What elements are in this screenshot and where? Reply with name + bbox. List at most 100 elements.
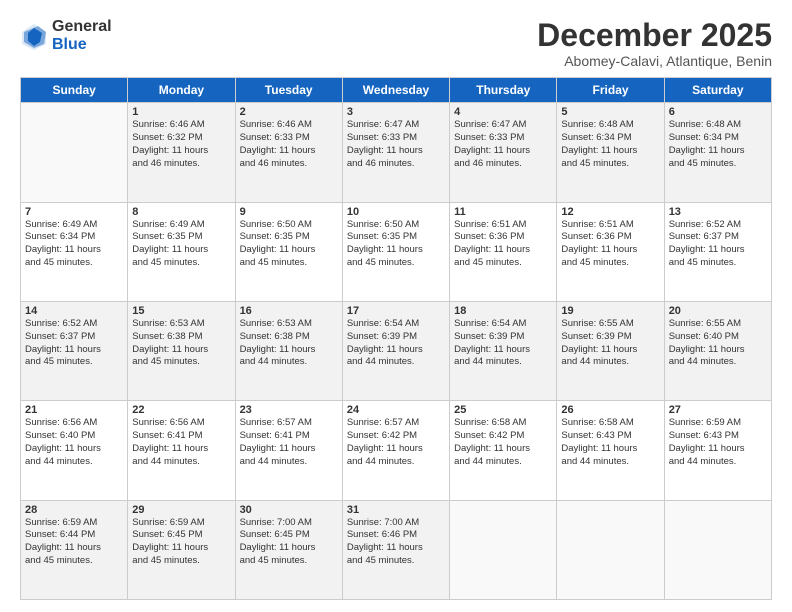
calendar-cell: 27Sunrise: 6:59 AMSunset: 6:43 PMDayligh…	[664, 401, 771, 500]
date-number: 9	[240, 206, 338, 218]
calendar-cell: 21Sunrise: 6:56 AMSunset: 6:40 PMDayligh…	[21, 401, 128, 500]
cell-info: Sunrise: 6:49 AMSunset: 6:35 PMDaylight:…	[132, 219, 230, 270]
date-number: 5	[561, 106, 659, 118]
cell-info: Sunrise: 6:51 AMSunset: 6:36 PMDaylight:…	[454, 219, 552, 270]
date-number: 29	[132, 504, 230, 516]
date-number: 22	[132, 404, 230, 416]
cell-info: Sunrise: 6:49 AMSunset: 6:34 PMDaylight:…	[25, 219, 123, 270]
date-number: 7	[25, 206, 123, 218]
calendar-cell: 7Sunrise: 6:49 AMSunset: 6:34 PMDaylight…	[21, 202, 128, 301]
day-header-sunday: Sunday	[21, 78, 128, 103]
title-section: December 2025 Abomey-Calavi, Atlantique,…	[537, 18, 772, 69]
cell-info: Sunrise: 6:58 AMSunset: 6:42 PMDaylight:…	[454, 417, 552, 468]
day-header-wednesday: Wednesday	[342, 78, 449, 103]
calendar-cell: 25Sunrise: 6:58 AMSunset: 6:42 PMDayligh…	[450, 401, 557, 500]
calendar-cell: 10Sunrise: 6:50 AMSunset: 6:35 PMDayligh…	[342, 202, 449, 301]
calendar-cell: 26Sunrise: 6:58 AMSunset: 6:43 PMDayligh…	[557, 401, 664, 500]
date-number: 21	[25, 404, 123, 416]
date-number: 10	[347, 206, 445, 218]
day-header-friday: Friday	[557, 78, 664, 103]
logo-text: General Blue	[52, 18, 112, 53]
calendar-cell: 28Sunrise: 6:59 AMSunset: 6:44 PMDayligh…	[21, 500, 128, 599]
date-number: 1	[132, 106, 230, 118]
cell-info: Sunrise: 6:46 AMSunset: 6:32 PMDaylight:…	[132, 119, 230, 170]
page-header: General Blue December 2025 Abomey-Calavi…	[20, 18, 772, 69]
date-number: 28	[25, 504, 123, 516]
week-row-1: 1Sunrise: 6:46 AMSunset: 6:32 PMDaylight…	[21, 103, 772, 202]
day-header-tuesday: Tuesday	[235, 78, 342, 103]
date-number: 16	[240, 305, 338, 317]
week-row-2: 7Sunrise: 6:49 AMSunset: 6:34 PMDaylight…	[21, 202, 772, 301]
calendar-cell: 12Sunrise: 6:51 AMSunset: 6:36 PMDayligh…	[557, 202, 664, 301]
date-number: 26	[561, 404, 659, 416]
calendar-cell: 14Sunrise: 6:52 AMSunset: 6:37 PMDayligh…	[21, 301, 128, 400]
date-number: 18	[454, 305, 552, 317]
date-number: 20	[669, 305, 767, 317]
logo-icon	[20, 22, 48, 50]
date-number: 17	[347, 305, 445, 317]
cell-info: Sunrise: 6:58 AMSunset: 6:43 PMDaylight:…	[561, 417, 659, 468]
date-number: 12	[561, 206, 659, 218]
calendar-table: SundayMondayTuesdayWednesdayThursdayFrid…	[20, 77, 772, 600]
cell-info: Sunrise: 6:48 AMSunset: 6:34 PMDaylight:…	[561, 119, 659, 170]
cell-info: Sunrise: 6:56 AMSunset: 6:40 PMDaylight:…	[25, 417, 123, 468]
cell-info: Sunrise: 7:00 AMSunset: 6:46 PMDaylight:…	[347, 517, 445, 568]
cell-info: Sunrise: 6:56 AMSunset: 6:41 PMDaylight:…	[132, 417, 230, 468]
calendar-cell: 11Sunrise: 6:51 AMSunset: 6:36 PMDayligh…	[450, 202, 557, 301]
calendar-cell: 30Sunrise: 7:00 AMSunset: 6:45 PMDayligh…	[235, 500, 342, 599]
date-number: 31	[347, 504, 445, 516]
calendar-cell: 20Sunrise: 6:55 AMSunset: 6:40 PMDayligh…	[664, 301, 771, 400]
date-number: 30	[240, 504, 338, 516]
cell-info: Sunrise: 6:54 AMSunset: 6:39 PMDaylight:…	[454, 318, 552, 369]
date-number: 3	[347, 106, 445, 118]
date-number: 25	[454, 404, 552, 416]
calendar-cell: 5Sunrise: 6:48 AMSunset: 6:34 PMDaylight…	[557, 103, 664, 202]
date-number: 4	[454, 106, 552, 118]
calendar-cell: 17Sunrise: 6:54 AMSunset: 6:39 PMDayligh…	[342, 301, 449, 400]
week-row-4: 21Sunrise: 6:56 AMSunset: 6:40 PMDayligh…	[21, 401, 772, 500]
date-number: 14	[25, 305, 123, 317]
cell-info: Sunrise: 6:48 AMSunset: 6:34 PMDaylight:…	[669, 119, 767, 170]
calendar-cell: 8Sunrise: 6:49 AMSunset: 6:35 PMDaylight…	[128, 202, 235, 301]
calendar-cell: 16Sunrise: 6:53 AMSunset: 6:38 PMDayligh…	[235, 301, 342, 400]
week-row-3: 14Sunrise: 6:52 AMSunset: 6:37 PMDayligh…	[21, 301, 772, 400]
cell-info: Sunrise: 7:00 AMSunset: 6:45 PMDaylight:…	[240, 517, 338, 568]
calendar-cell: 18Sunrise: 6:54 AMSunset: 6:39 PMDayligh…	[450, 301, 557, 400]
calendar-cell: 13Sunrise: 6:52 AMSunset: 6:37 PMDayligh…	[664, 202, 771, 301]
day-header-thursday: Thursday	[450, 78, 557, 103]
calendar-cell	[450, 500, 557, 599]
cell-info: Sunrise: 6:53 AMSunset: 6:38 PMDaylight:…	[132, 318, 230, 369]
cell-info: Sunrise: 6:57 AMSunset: 6:41 PMDaylight:…	[240, 417, 338, 468]
calendar-cell: 4Sunrise: 6:47 AMSunset: 6:33 PMDaylight…	[450, 103, 557, 202]
cell-info: Sunrise: 6:50 AMSunset: 6:35 PMDaylight:…	[240, 219, 338, 270]
date-number: 23	[240, 404, 338, 416]
day-header-monday: Monday	[128, 78, 235, 103]
cell-info: Sunrise: 6:51 AMSunset: 6:36 PMDaylight:…	[561, 219, 659, 270]
date-number: 13	[669, 206, 767, 218]
calendar-cell	[557, 500, 664, 599]
date-number: 24	[347, 404, 445, 416]
cell-info: Sunrise: 6:59 AMSunset: 6:43 PMDaylight:…	[669, 417, 767, 468]
date-number: 8	[132, 206, 230, 218]
calendar-cell: 1Sunrise: 6:46 AMSunset: 6:32 PMDaylight…	[128, 103, 235, 202]
calendar-cell: 29Sunrise: 6:59 AMSunset: 6:45 PMDayligh…	[128, 500, 235, 599]
date-number: 27	[669, 404, 767, 416]
calendar-cell: 15Sunrise: 6:53 AMSunset: 6:38 PMDayligh…	[128, 301, 235, 400]
cell-info: Sunrise: 6:55 AMSunset: 6:40 PMDaylight:…	[669, 318, 767, 369]
location-subtitle: Abomey-Calavi, Atlantique, Benin	[537, 53, 772, 69]
week-row-5: 28Sunrise: 6:59 AMSunset: 6:44 PMDayligh…	[21, 500, 772, 599]
calendar-cell: 9Sunrise: 6:50 AMSunset: 6:35 PMDaylight…	[235, 202, 342, 301]
cell-info: Sunrise: 6:59 AMSunset: 6:45 PMDaylight:…	[132, 517, 230, 568]
cell-info: Sunrise: 6:50 AMSunset: 6:35 PMDaylight:…	[347, 219, 445, 270]
calendar-cell: 19Sunrise: 6:55 AMSunset: 6:39 PMDayligh…	[557, 301, 664, 400]
logo-general-text: General	[52, 18, 112, 36]
cell-info: Sunrise: 6:54 AMSunset: 6:39 PMDaylight:…	[347, 318, 445, 369]
calendar-cell: 24Sunrise: 6:57 AMSunset: 6:42 PMDayligh…	[342, 401, 449, 500]
calendar-cell	[664, 500, 771, 599]
calendar-cell: 6Sunrise: 6:48 AMSunset: 6:34 PMDaylight…	[664, 103, 771, 202]
cell-info: Sunrise: 6:52 AMSunset: 6:37 PMDaylight:…	[25, 318, 123, 369]
cell-info: Sunrise: 6:55 AMSunset: 6:39 PMDaylight:…	[561, 318, 659, 369]
day-header-saturday: Saturday	[664, 78, 771, 103]
cell-info: Sunrise: 6:47 AMSunset: 6:33 PMDaylight:…	[454, 119, 552, 170]
calendar-cell	[21, 103, 128, 202]
